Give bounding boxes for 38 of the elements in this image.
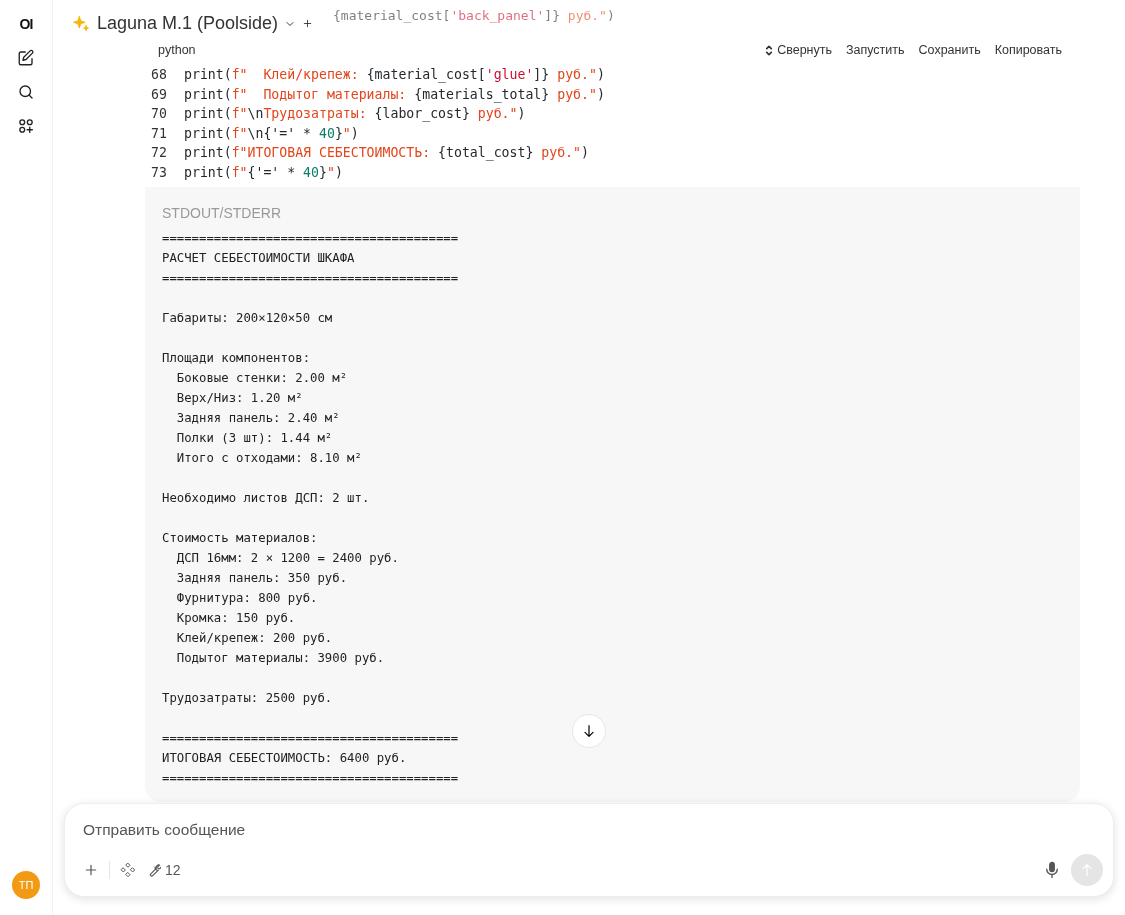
tools-button[interactable]: 12 [146, 859, 181, 881]
add-button[interactable] [83, 862, 99, 878]
microphone-icon [1043, 861, 1061, 879]
expand-collapse-icon [765, 44, 774, 56]
message-input[interactable]: Отправить сообщение [83, 818, 1103, 842]
arrow-down-icon [581, 723, 597, 739]
line-number: 68 [151, 66, 168, 84]
search-icon[interactable] [17, 83, 35, 101]
line-number: 72 [151, 144, 168, 163]
output-label: STDOUT/STDERR [162, 203, 282, 223]
code-line: print(f"ИТОГОВАЯ СЕБЕСТОИМОСТЬ: {total_cost} руб.") [184, 144, 589, 163]
integrations-button[interactable] [120, 862, 136, 878]
arrow-up-icon [1079, 862, 1095, 878]
apps-icon[interactable] [17, 117, 35, 135]
code-line: print(f" Клей/крепеж: {material_cost['glue']} руб.") [184, 66, 605, 85]
line-number: 69 [151, 85, 168, 104]
code-line: print(f" Подытог материалы: {materials_total} руб.") [184, 85, 605, 105]
line-number: 70 [151, 105, 168, 124]
line-number: 73 [151, 163, 168, 182]
sparkles-icon [71, 13, 91, 34]
collapse-button[interactable]: Свернуть [765, 40, 832, 60]
console-output: ======================================== РАСЧЕТ СЕБЕСТОИМОСТИ ШКАФА ======================================== Габариты: 200×120×50 см Площади компонентов: Боковые стенки: 2.00 м² Верх/Низ: 1.20 м² Задняя панель: 2.40 м² Полки (3 шт): 1.44 м² Итого с отходами: 8.10 м² Необходимо листов ДСП: 2 шт. Стоимость материалов: ДСП 16мм: 2 × 1200 = 2400 руб. Задняя панель: 350 руб. Фурнитура: 800 руб. Кромка: 150 руб. Клей/крепеж: 200 руб. Подытог материалы: 3900 руб. Трудозатраты: 2500 руб. ======================================== ИТОГОВАЯ СЕБЕСТОИМОСТЬ: 6400 руб. ======================================== [162, 229, 459, 787]
code-line: print(f"{'=' * 40}") [184, 163, 343, 182]
code-action-button[interactable]: Копировать [994, 40, 1062, 60]
microphone-button[interactable] [1043, 861, 1061, 879]
code-line: print(f"\nТрудозатраты: {labor_cost} руб.") [184, 105, 526, 124]
diamonds-icon [120, 862, 136, 878]
language-label: python [158, 41, 196, 59]
code-line: print(f"\n{'=' * 40}") [184, 124, 359, 143]
code-action-button[interactable]: Запустить [846, 40, 905, 60]
plus-icon[interactable] [302, 18, 314, 29]
new-chat-icon[interactable] [17, 49, 35, 67]
line-number: 71 [151, 124, 168, 143]
plus-icon [83, 862, 99, 878]
code-line: {material_cost['back_panel']} руб.") [333, 7, 615, 25]
code-action-button[interactable]: Сохранить [918, 40, 981, 60]
logo[interactable]: OI [19, 14, 33, 34]
model-name[interactable]: Laguna M.1 (Poolside) [97, 10, 279, 37]
